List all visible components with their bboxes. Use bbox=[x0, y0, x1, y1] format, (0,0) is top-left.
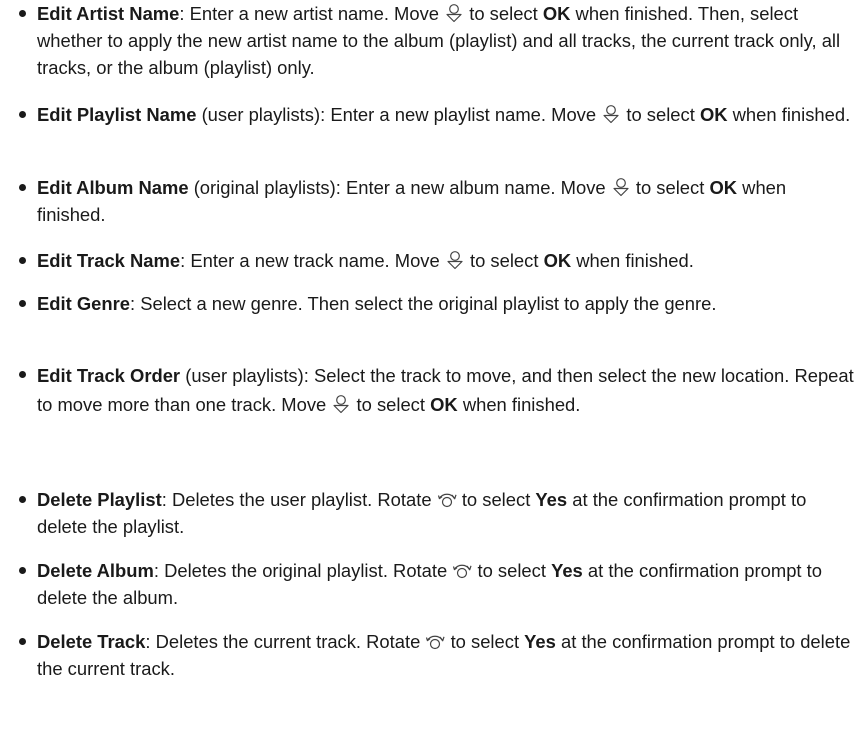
text-part: to select bbox=[621, 104, 700, 125]
list-item: Edit Artist Name: Enter a new artist nam… bbox=[19, 0, 857, 81]
text-part: to select bbox=[464, 250, 544, 271]
qualifier: (user playlists) bbox=[196, 104, 321, 125]
document-page: Edit Artist Name: Enter a new artist nam… bbox=[0, 0, 863, 751]
bullet bbox=[19, 111, 26, 118]
text-part: to select bbox=[630, 177, 710, 198]
joystick-down-icon bbox=[611, 177, 631, 197]
rotate-dial-icon bbox=[452, 560, 472, 580]
bullet bbox=[19, 496, 26, 503]
list-item: Edit Track Order (user playlists): Selec… bbox=[19, 361, 857, 419]
list-item: Edit Album Name (original playlists): En… bbox=[19, 174, 857, 228]
term: Edit Track Order bbox=[37, 365, 181, 386]
bullet bbox=[19, 257, 26, 264]
text-part: to select bbox=[456, 489, 536, 510]
keyword: Yes bbox=[551, 560, 583, 581]
text-part: when finished. bbox=[727, 104, 851, 125]
joystick-down-icon bbox=[601, 104, 621, 124]
bullet bbox=[19, 638, 26, 645]
bullet bbox=[19, 184, 26, 191]
term: Edit Track Name bbox=[37, 250, 181, 271]
term: Delete Playlist bbox=[37, 489, 162, 510]
keyword: OK bbox=[709, 177, 738, 198]
list-item: Edit Track Name: Enter a new track name.… bbox=[19, 247, 857, 274]
text-part: : Select a new genre. Then select the or… bbox=[130, 293, 717, 314]
text-part: to select bbox=[472, 560, 552, 581]
rotate-dial-icon bbox=[425, 631, 446, 651]
bullet bbox=[19, 567, 26, 574]
text-part: : Deletes the current track. Rotate bbox=[145, 631, 426, 652]
term: Delete Album bbox=[37, 560, 154, 581]
qualifier: (original playlists) bbox=[188, 177, 336, 198]
text-part: when finished. bbox=[457, 394, 581, 415]
keyword: OK bbox=[542, 3, 571, 24]
text-part: to select bbox=[351, 394, 431, 415]
list-item: Delete Album: Deletes the original playl… bbox=[19, 557, 857, 611]
text-part: : Enter a new album name. Move bbox=[335, 177, 611, 198]
list-item: Edit Playlist Name (user playlists): Ent… bbox=[19, 101, 857, 128]
term: Edit Genre bbox=[37, 293, 130, 314]
list-item: Delete Playlist: Deletes the user playli… bbox=[19, 486, 857, 540]
keyword: OK bbox=[699, 104, 728, 125]
text-part: : Deletes the user playlist. Rotate bbox=[161, 489, 437, 510]
qualifier: (user playlists) bbox=[180, 365, 304, 386]
keyword: Yes bbox=[535, 489, 568, 510]
text-part: : Deletes the original playlist. Rotate bbox=[153, 560, 453, 581]
joystick-down-icon bbox=[444, 3, 464, 23]
bullet bbox=[19, 300, 26, 307]
rotate-dial-icon bbox=[437, 489, 457, 509]
bullet bbox=[19, 10, 26, 17]
text-part: : Enter a new artist name. Move bbox=[179, 3, 445, 24]
text-part: to select bbox=[464, 3, 543, 24]
text-part: : Enter a new playlist name. Move bbox=[320, 104, 602, 125]
term: Edit Artist Name bbox=[37, 3, 180, 24]
text-part: when finished. bbox=[571, 250, 694, 271]
list-item: Delete Track: Deletes the current track.… bbox=[19, 628, 857, 682]
keyword: Yes bbox=[524, 631, 556, 652]
term: Edit Playlist Name bbox=[37, 104, 197, 125]
keyword: OK bbox=[430, 394, 458, 415]
joystick-down-icon bbox=[331, 394, 351, 414]
list-item: Edit Genre: Select a new genre. Then sel… bbox=[19, 290, 857, 317]
text-part: : Enter a new track name. Move bbox=[180, 250, 445, 271]
text-part: to select bbox=[445, 631, 525, 652]
bullet bbox=[19, 371, 26, 378]
term: Delete Track bbox=[37, 631, 146, 652]
keyword: OK bbox=[543, 250, 572, 271]
joystick-down-icon bbox=[445, 250, 465, 270]
term: Edit Album Name bbox=[37, 177, 189, 198]
